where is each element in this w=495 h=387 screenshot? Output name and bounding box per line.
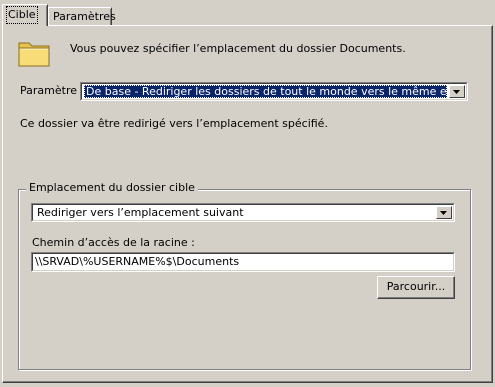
location-option-select[interactable]: Rediriger vers l’emplacement suivant: [31, 203, 455, 222]
tab-cible-label: Cible: [6, 6, 38, 24]
setting-label: Paramètre :: [20, 84, 85, 97]
location-dropdown-button[interactable]: [436, 206, 452, 219]
setting-selected-value: De base - Rediriger les dossiers de tout…: [84, 85, 447, 98]
root-path-label: Chemin d’accès de la racine :: [32, 236, 195, 249]
tab-cible[interactable]: Cible: [2, 4, 48, 26]
browse-button[interactable]: Parcourir...: [377, 276, 455, 299]
folder-icon: [18, 42, 50, 67]
setting-dropdown-button[interactable]: [449, 85, 465, 98]
root-path-value: \\SRVAD\%USERNAME%$\Documents: [32, 253, 454, 271]
description-text: Ce dossier va être redirigé vers l’empla…: [20, 117, 328, 130]
tab-parametres[interactable]: Paramètres: [48, 7, 116, 26]
target-location-legend: Emplacement du dossier cible: [26, 181, 198, 194]
setting-select[interactable]: De base - Rediriger les dossiers de tout…: [80, 82, 468, 101]
intro-text: Vous pouvez spécifier l’emplacement du d…: [70, 42, 406, 55]
properties-window: Paramètres Cible Vous pouvez spécifier l…: [0, 0, 495, 387]
tab-parametres-label: Paramètres: [53, 10, 116, 23]
root-path-input[interactable]: \\SRVAD\%USERNAME%$\Documents: [31, 252, 455, 272]
location-option-value: Rediriger vers l’emplacement suivant: [37, 206, 244, 219]
browse-button-label: Parcourir...: [386, 280, 446, 293]
chevron-down-icon: [453, 90, 460, 94]
chevron-down-icon: [440, 211, 447, 215]
